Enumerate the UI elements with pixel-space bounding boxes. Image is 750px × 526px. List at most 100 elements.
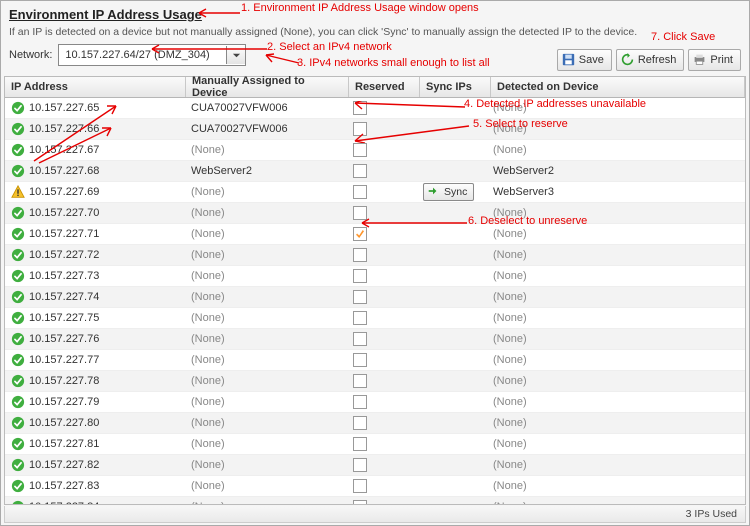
reserved-checkbox[interactable] (353, 269, 367, 283)
ip-address: 10.157.227.76 (29, 333, 99, 345)
status-ok-icon (11, 416, 25, 430)
col-manually-assigned[interactable]: Manually Assigned to Device (186, 77, 349, 97)
grid-header: IP Address Manually Assigned to Device R… (5, 77, 745, 98)
page-subtitle: If an IP is detected on a device but not… (9, 26, 741, 38)
reserved-checkbox[interactable] (353, 290, 367, 304)
table-row[interactable]: 10.157.227.80(None)(None) (5, 413, 745, 434)
ip-address: 10.157.227.67 (29, 144, 99, 156)
grid-body[interactable]: 10.157.227.65CUA70027VFW006(None)10.157.… (5, 98, 745, 504)
col-ip[interactable]: IP Address (5, 77, 186, 97)
detected-value: (None) (493, 207, 527, 219)
manually-assigned-value: (None) (191, 459, 225, 471)
table-row[interactable]: 10.157.227.68 WebServer2 WebServer2 (5, 161, 745, 182)
ip-address: 10.157.227.71 (29, 228, 99, 240)
ip-address: 10.157.227.73 (29, 270, 99, 282)
reserved-checkbox[interactable] (353, 332, 367, 346)
print-button[interactable]: Print (688, 49, 741, 71)
status-ok-icon (11, 437, 25, 451)
manually-assigned-value: (None) (191, 480, 225, 492)
reserved-checkbox[interactable] (353, 143, 367, 157)
detected-value: (None) (493, 249, 527, 261)
manually-assigned-value: (None) (191, 249, 225, 261)
detected-value: (None) (493, 312, 527, 324)
table-row[interactable]: 10.157.227.81(None)(None) (5, 434, 745, 455)
table-row[interactable]: 10.157.227.71 (None) (None) (5, 224, 745, 245)
reserved-checkbox[interactable] (353, 164, 367, 178)
col-sync-ips[interactable]: Sync IPs (420, 77, 491, 97)
table-row[interactable]: 10.157.227.65CUA70027VFW006(None) (5, 98, 745, 119)
manually-assigned-value: (None) (191, 333, 225, 345)
status-warn-icon (11, 185, 25, 199)
refresh-button[interactable]: Refresh (616, 49, 685, 71)
table-row[interactable]: 10.157.227.69(None)SyncWebServer3 (5, 182, 745, 203)
reserved-checkbox[interactable] (353, 374, 367, 388)
table-row[interactable]: 10.157.227.77(None)(None) (5, 350, 745, 371)
status-ok-icon (11, 206, 25, 220)
table-row[interactable]: 10.157.227.73(None)(None) (5, 266, 745, 287)
detected-value: (None) (493, 102, 527, 114)
reserved-checkbox[interactable] (353, 500, 367, 504)
manually-assigned-value: (None) (191, 438, 225, 450)
manually-assigned-value: WebServer2 (191, 165, 252, 177)
reserved-checkbox[interactable] (353, 353, 367, 367)
table-row[interactable]: 10.157.227.67(None)(None) (5, 140, 745, 161)
table-row[interactable]: 10.157.227.70 (None) (None) (5, 203, 745, 224)
ip-address: 10.157.227.78 (29, 375, 99, 387)
detected-value: (None) (493, 501, 527, 504)
reserved-checkbox[interactable] (353, 185, 367, 199)
ip-address: 10.157.227.80 (29, 417, 99, 429)
detected-value: (None) (493, 228, 527, 240)
col-detected[interactable]: Detected on Device (491, 77, 745, 97)
detected-value: (None) (493, 438, 527, 450)
manually-assigned-value: (None) (191, 186, 225, 198)
reserved-checkbox[interactable] (353, 437, 367, 451)
detected-value: WebServer2 (493, 165, 554, 177)
network-label: Network: (9, 49, 52, 61)
col-reserved[interactable]: Reserved (349, 77, 420, 97)
table-row[interactable]: 10.157.227.76(None)(None) (5, 329, 745, 350)
ip-address: 10.157.227.68 (29, 165, 99, 177)
reserved-checkbox[interactable] (353, 206, 367, 220)
table-row[interactable]: 10.157.227.74(None)(None) (5, 287, 745, 308)
refresh-icon (621, 53, 635, 67)
table-row[interactable]: 10.157.227.72 (None) (None) (5, 245, 745, 266)
ip-grid: IP Address Manually Assigned to Device R… (4, 76, 746, 505)
ip-address: 10.157.227.75 (29, 312, 99, 324)
reserved-checkbox[interactable] (353, 311, 367, 325)
table-row[interactable]: 10.157.227.75(None)(None) (5, 308, 745, 329)
table-row[interactable]: 10.157.227.79(None)(None) (5, 392, 745, 413)
ip-address: 10.157.227.84 (29, 501, 99, 504)
status-ok-icon (11, 164, 25, 178)
reserved-checkbox[interactable] (353, 101, 367, 115)
reserved-checkbox[interactable] (353, 416, 367, 430)
table-row[interactable]: 10.157.227.84 (None) (None) (5, 497, 745, 504)
refresh-button-label: Refresh (638, 54, 677, 66)
reserved-checkbox[interactable] (353, 227, 367, 241)
detected-value: (None) (493, 291, 527, 303)
table-row[interactable]: 10.157.227.78(None)(None) (5, 371, 745, 392)
manually-assigned-value: (None) (191, 228, 225, 240)
status-ok-icon (11, 353, 25, 367)
save-button[interactable]: Save (557, 49, 612, 71)
detected-value: (None) (493, 459, 527, 471)
ip-address: 10.157.227.70 (29, 207, 99, 219)
ip-address: 10.157.227.72 (29, 249, 99, 261)
table-row[interactable]: 10.157.227.83(None)(None) (5, 476, 745, 497)
status-ok-icon (11, 479, 25, 493)
manually-assigned-value: CUA70027VFW006 (191, 123, 288, 135)
table-row[interactable]: 10.157.227.82(None)(None) (5, 455, 745, 476)
sync-button[interactable]: Sync (423, 183, 474, 201)
reserved-checkbox[interactable] (353, 479, 367, 493)
reserved-checkbox[interactable] (353, 395, 367, 409)
manually-assigned-value: (None) (191, 396, 225, 408)
reserved-checkbox[interactable] (353, 248, 367, 262)
dropdown-arrow-icon[interactable] (226, 46, 245, 64)
manually-assigned-value: (None) (191, 144, 225, 156)
reserved-checkbox[interactable] (353, 122, 367, 136)
reserved-checkbox[interactable] (353, 458, 367, 472)
manually-assigned-value: (None) (191, 501, 225, 504)
network-select[interactable]: 10.157.227.64/27 (DMZ_304) (58, 44, 246, 66)
status-ok-icon (11, 248, 25, 262)
table-row[interactable]: 10.157.227.66CUA70027VFW006(None) (5, 119, 745, 140)
manually-assigned-value: (None) (191, 207, 225, 219)
